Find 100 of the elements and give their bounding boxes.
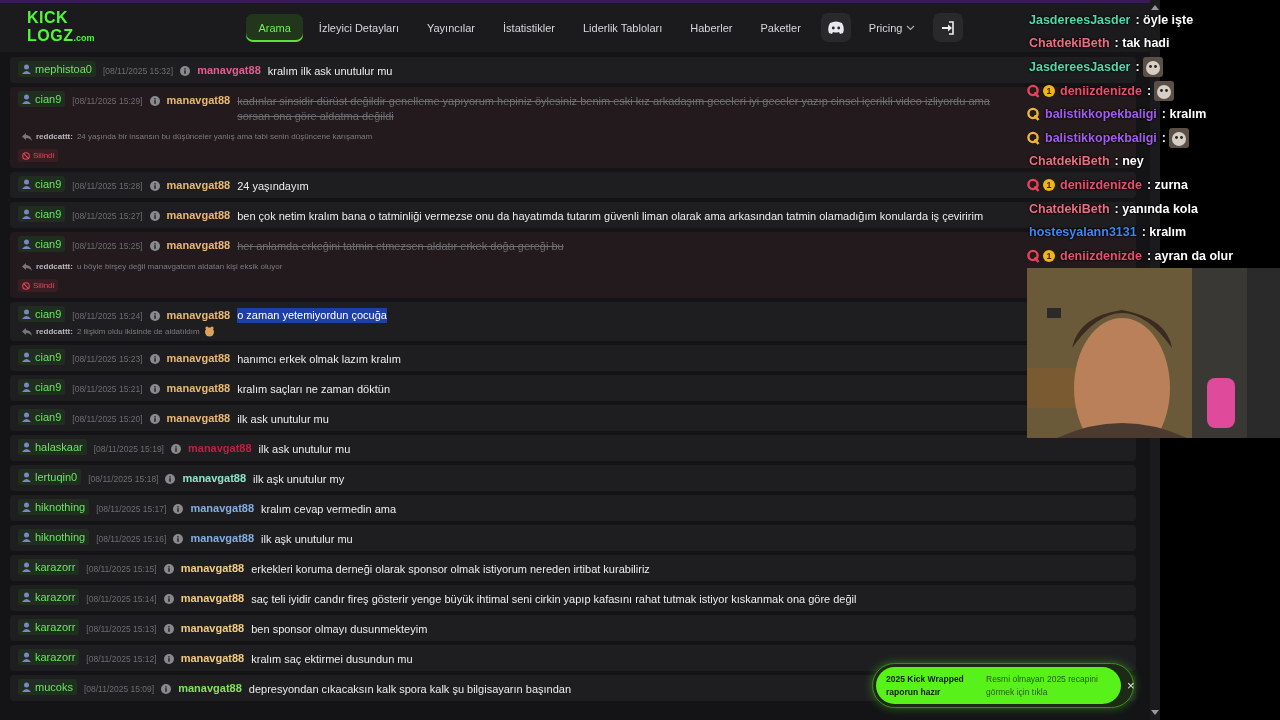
- message-text: erkekleri koruma derneği olarak sponsor olmak istiyorum nereden irtibat kurabiliriz: [251, 562, 650, 577]
- message-text: ben sponsor olmayı dusunmekteyim: [251, 622, 428, 637]
- channel-tag[interactable]: lertuqin0: [18, 469, 82, 485]
- info-icon[interactable]: [161, 684, 172, 694]
- reply-icon: [22, 327, 32, 336]
- message-text: kadınlar sinsidir dürüst değildir genelleme yapıyorum hepiniz öylesiniz benim eski kız arkadaşım geceleri iyi geceler yazıp cinsel içerikli video izliyordu ama sorsan ona göre aldatma değildi: [237, 94, 991, 124]
- info-icon[interactable]: [173, 534, 184, 544]
- channel-tag[interactable]: karazorr: [18, 619, 80, 635]
- message-text: ilk aşk unutulur my: [253, 472, 345, 487]
- channel-tag[interactable]: cian9: [18, 349, 66, 365]
- chat-message: : ayran da olur: [1146, 248, 1234, 263]
- chat-username: deniizdenizde: [1060, 177, 1142, 192]
- nav-tab[interactable]: Paketler: [748, 13, 813, 42]
- username[interactable]: manavgat88: [190, 529, 255, 544]
- username[interactable]: manavgat88: [166, 409, 231, 424]
- chevron-icon: [906, 24, 916, 31]
- user-icon: [22, 682, 31, 692]
- scroll-down-icon[interactable]: [1151, 710, 1159, 716]
- username[interactable]: manavgat88: [180, 559, 245, 574]
- info-icon[interactable]: [180, 66, 191, 76]
- emote-icon: [1154, 80, 1175, 101]
- username[interactable]: manavgat88: [166, 91, 231, 106]
- chat-message: : tak hadi: [1114, 36, 1170, 51]
- discord-button[interactable]: [820, 13, 851, 42]
- username[interactable]: manavgat88: [182, 469, 247, 484]
- username[interactable]: manavgat88: [166, 206, 231, 221]
- nav-tab[interactable]: Yayıncılar: [414, 13, 488, 42]
- info-icon[interactable]: [149, 181, 160, 191]
- login-button[interactable]: [933, 13, 964, 42]
- channel-tag[interactable]: hiknothing: [18, 529, 90, 545]
- scroll-up-icon[interactable]: [1151, 4, 1159, 10]
- channel-tag[interactable]: cian9: [18, 379, 66, 395]
- channel-tag[interactable]: karazorr: [18, 559, 80, 575]
- info-icon[interactable]: [163, 624, 174, 634]
- info-icon[interactable]: [173, 504, 184, 514]
- username[interactable]: manavgat88: [166, 349, 231, 364]
- channel-tag[interactable]: cian9: [18, 176, 66, 192]
- chat-username: ChatdekiBeth: [1029, 201, 1110, 216]
- chat-message: : kralım: [1141, 225, 1187, 240]
- channel-tag[interactable]: hiknothing: [18, 499, 90, 515]
- channel-tag[interactable]: karazorr: [18, 649, 80, 665]
- timestamp: [08/11/2025 15:21]: [72, 383, 143, 394]
- message-text: o zaman yetemiyordun çocuğa: [237, 308, 387, 323]
- toast-text: Resmi olmayan 2025 recapini görmek için tıkla: [986, 672, 1099, 699]
- info-icon[interactable]: [149, 414, 160, 424]
- username[interactable]: manavgat88: [166, 306, 231, 321]
- channel-tag[interactable]: cian9: [18, 306, 66, 322]
- info-icon[interactable]: [171, 444, 181, 454]
- chat-username: ChatdekiBeth: [1029, 36, 1110, 51]
- channel-tag[interactable]: halaskaar: [18, 439, 87, 455]
- info-icon[interactable]: [149, 96, 160, 106]
- nav-tab[interactable]: Haberler: [678, 13, 745, 42]
- info-icon[interactable]: [163, 654, 174, 664]
- info-icon[interactable]: [149, 211, 160, 221]
- deleted-badge: Silindi: [18, 279, 59, 292]
- timestamp: [08/11/2025 15:15]: [86, 563, 157, 574]
- user-icon: [22, 592, 31, 602]
- controller-icon: [826, 20, 845, 35]
- chat-username: hostesyalann3131: [1029, 225, 1137, 240]
- username[interactable]: manavgat88: [178, 679, 242, 694]
- pricing-dropdown[interactable]: Pricing: [858, 13, 926, 42]
- message-text: ilk ask unutulur mu: [237, 412, 329, 427]
- username[interactable]: manavgat88: [166, 236, 231, 251]
- info-icon[interactable]: [149, 354, 160, 364]
- channel-tag[interactable]: cian9: [18, 91, 66, 107]
- info-icon[interactable]: [163, 564, 174, 574]
- timestamp: [08/11/2025 15:23]: [72, 353, 143, 364]
- message-text: kralım saç ektirmei dusundun mu: [251, 652, 413, 667]
- chat-message: : yanında kola: [1114, 201, 1198, 216]
- username[interactable]: manavgat88: [190, 499, 255, 514]
- info-icon[interactable]: [149, 311, 160, 321]
- channel-tag[interactable]: cian9: [18, 409, 66, 425]
- message-text: ilk aşk unutulur mu: [261, 532, 353, 547]
- nav-tab[interactable]: İstatistikler: [491, 13, 567, 42]
- logo[interactable]: KICK LOGZ.com: [25, 8, 97, 47]
- nav-tab[interactable]: İzleyici Detayları: [306, 13, 411, 42]
- chat-username: balistikkopekbaligi: [1045, 130, 1157, 145]
- message-text: kralım cevap vermedin ama: [261, 502, 397, 517]
- channel-tag[interactable]: mucoks: [18, 679, 77, 695]
- username[interactable]: manavgat88: [180, 619, 245, 634]
- channel-tag[interactable]: karazorr: [18, 589, 80, 605]
- username[interactable]: manavgat88: [166, 379, 231, 394]
- info-icon[interactable]: [163, 594, 174, 604]
- username[interactable]: manavgat88: [180, 649, 245, 664]
- username[interactable]: manavgat88: [180, 589, 245, 604]
- nav-tab[interactable]: Liderlik Tabloları: [571, 13, 675, 42]
- nav-tab[interactable]: Arama: [246, 13, 303, 42]
- message-text: 24 yaşındayım: [237, 179, 309, 194]
- info-icon[interactable]: [165, 474, 176, 484]
- channel-tag[interactable]: cian9: [18, 206, 66, 222]
- info-icon[interactable]: [149, 384, 160, 394]
- username[interactable]: manavgat88: [197, 61, 261, 76]
- info-icon[interactable]: [149, 241, 160, 251]
- reply-text: 24 yaşında bir insansın bu düşünceler yanlış ama tabi senin düşüncene karışamam: [76, 132, 373, 141]
- username[interactable]: manavgat88: [166, 176, 231, 191]
- channel-tag[interactable]: mephistoa0: [18, 61, 96, 77]
- message-text: saç teli iyidir candır fireş gösterir yenge büyük ihtimal seni cirkin yapıp kafasını rahat tutmak istiyor kıskanmak ona göre değil: [251, 592, 857, 607]
- notification-toast[interactable]: 2025 Kick Wrapped raporun hazır Resmi olmayan 2025 recapini görmek için tıkla ×: [872, 663, 1134, 708]
- channel-tag[interactable]: cian9: [18, 236, 66, 252]
- timestamp: [08/11/2025 15:14]: [86, 593, 157, 604]
